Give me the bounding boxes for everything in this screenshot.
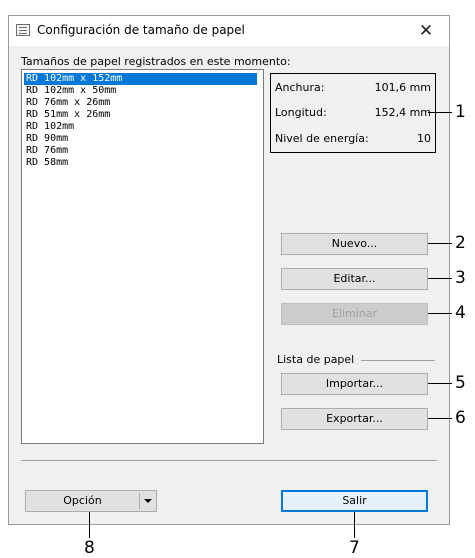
title-bar: Configuración de tamaño de papel ✕ [9,16,449,46]
callout-3: 3 [455,268,466,288]
callout-line-4 [428,313,452,314]
option-split-button[interactable]: Opción [25,490,157,512]
length-label: Longitud: [275,106,327,119]
callout-line-2 [428,243,452,244]
callout-line-7 [354,512,355,538]
energy-row: Nivel de energía: 10 [275,132,431,146]
callout-8: 8 [84,538,95,558]
callout-4: 4 [455,303,466,323]
edit-button[interactable]: Editar... [281,268,428,290]
bottom-separator [21,460,437,461]
list-item[interactable]: RD 76mm [24,145,257,157]
callout-line-1 [428,112,452,113]
paper-list-label: Lista de papel [277,353,355,366]
export-button[interactable]: Exportar... [281,408,428,430]
energy-value: 10 [417,132,431,145]
callout-2: 2 [455,233,466,253]
list-item[interactable]: RD 102mm x 152mm [24,73,257,85]
callout-1: 1 [455,102,466,122]
callout-line-8 [89,512,90,538]
width-value: 101,6 mm [374,81,431,94]
callout-line-3 [428,278,452,279]
section-divider [361,360,435,361]
app-icon [16,24,30,36]
window-title: Configuración de tamaño de papel [37,23,245,37]
callout-7: 7 [349,538,360,558]
callout-line-5 [428,383,452,384]
width-label: Anchura: [275,81,325,94]
close-icon[interactable]: ✕ [415,21,437,41]
exit-button[interactable]: Salir [281,490,428,512]
energy-label: Nivel de energía: [275,132,369,145]
callout-6: 6 [455,408,466,428]
callout-line-6 [428,418,452,419]
list-item[interactable]: RD 76mm x 26mm [24,97,257,109]
paper-size-dialog: Configuración de tamaño de papel ✕ Tamañ… [8,15,450,525]
paper-info-panel: Anchura: 101,6 mm Longitud: 152,4 mm Niv… [270,73,436,153]
width-row: Anchura: 101,6 mm [275,81,431,95]
import-button[interactable]: Importar... [281,373,428,395]
chevron-down-icon[interactable] [144,499,152,503]
list-item[interactable]: RD 58mm [24,157,257,169]
split-divider [139,493,140,509]
length-value: 152,4 mm [374,106,431,119]
callout-5: 5 [455,373,466,393]
new-button[interactable]: Nuevo... [281,233,428,255]
list-item[interactable]: RD 102mm [24,121,257,133]
delete-button[interactable]: Eliminar [281,303,428,325]
list-label: Tamaños de papel registrados en este mom… [21,55,291,68]
length-row: Longitud: 152,4 mm [275,106,431,120]
paper-size-list[interactable]: RD 102mm x 152mm RD 102mm x 50mm RD 76mm… [21,69,264,444]
list-item[interactable]: RD 51mm x 26mm [24,109,257,121]
list-item[interactable]: RD 90mm [24,133,257,145]
list-item[interactable]: RD 102mm x 50mm [24,85,257,97]
option-button-label[interactable]: Opción [26,491,139,511]
